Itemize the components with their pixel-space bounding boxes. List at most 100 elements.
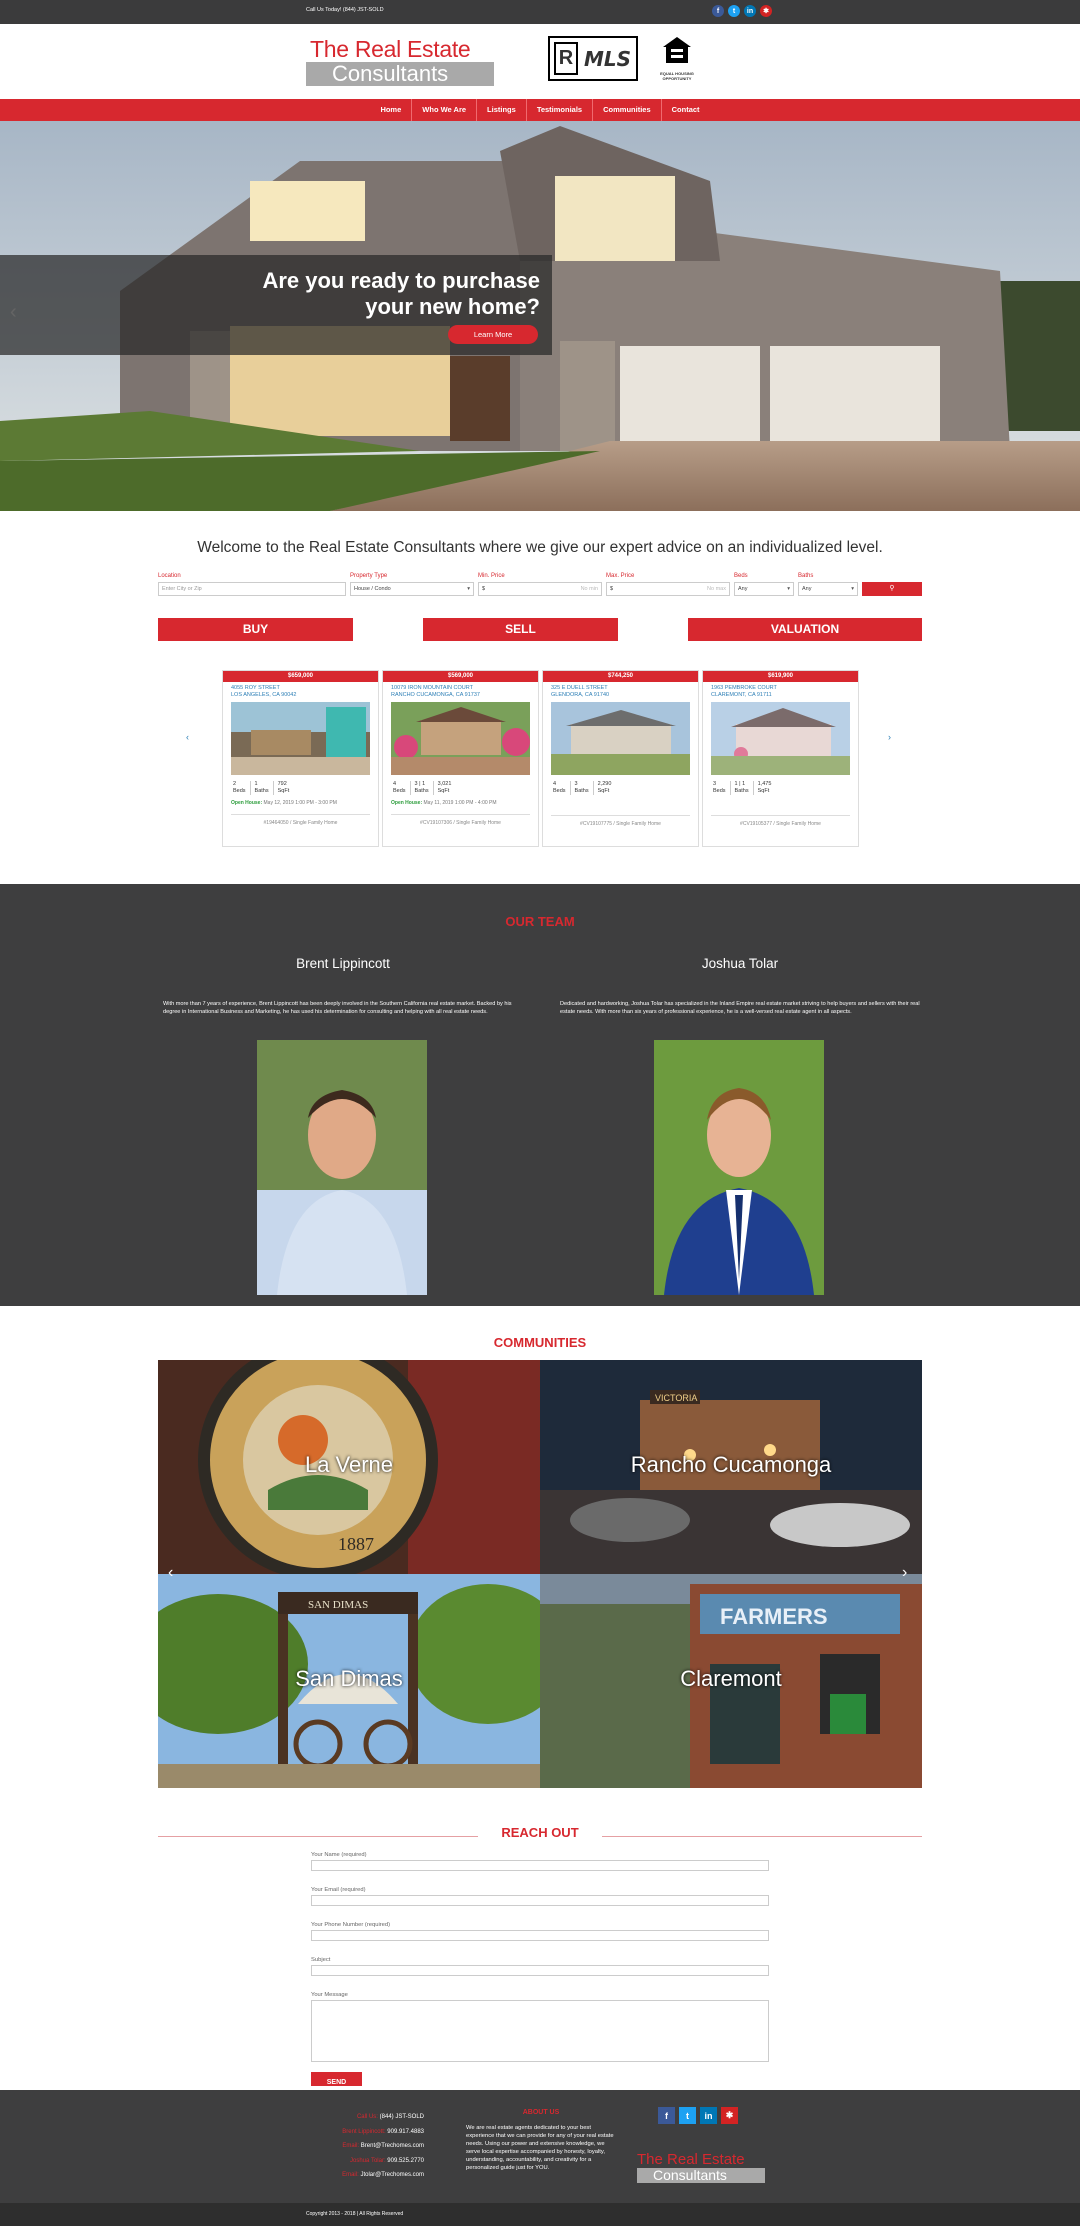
- message-textarea[interactable]: [311, 2000, 769, 2062]
- listing-price: $744,250: [543, 671, 698, 682]
- nav-testimonials[interactable]: Testimonials: [527, 99, 594, 121]
- yelp-icon[interactable]: ✱: [721, 2107, 738, 2124]
- contact-email[interactable]: Brent@Trechomes.com: [361, 2143, 424, 2149]
- baths-select[interactable]: Any ▾: [798, 582, 858, 596]
- equal-housing-icon: [663, 37, 691, 63]
- name-input[interactable]: [311, 1860, 769, 1871]
- listing-mls: #CV19105377 / Single Family Home: [711, 815, 850, 827]
- location-input[interactable]: Enter City or Zip: [158, 582, 346, 596]
- linkedin-icon[interactable]: in: [744, 5, 756, 17]
- member-name: Joshua Tolar: [701, 956, 779, 971]
- community-tile-claremont[interactable]: FARMERS Claremont: [540, 1574, 922, 1788]
- listing-card[interactable]: $569,000 10079 IRON MOUNTAIN COURT RANCHO…: [382, 670, 539, 847]
- open-house: Open House: May 11, 2019 1:00 PM - 4:00 …: [391, 800, 538, 806]
- communities-title: COMMUNITIES: [493, 1335, 587, 1350]
- listing-photo[interactable]: [231, 702, 370, 775]
- baths-count: 3 | 1: [414, 781, 426, 787]
- contact-phone[interactable]: 909.525.2770: [387, 2158, 424, 2164]
- beds-text: Beds: [233, 788, 246, 794]
- listings-prev-arrow[interactable]: ‹: [186, 732, 189, 742]
- community-tile-san-dimas[interactable]: SAN DIMAS San Dimas: [158, 1574, 540, 1788]
- facebook-icon[interactable]: f: [658, 2107, 675, 2124]
- contact-phone[interactable]: 909.917.4883: [387, 2129, 424, 2135]
- communities-prev-arrow[interactable]: ‹: [168, 1564, 173, 1582]
- baths-count: 1: [254, 781, 258, 787]
- nav-contact[interactable]: Contact: [662, 99, 710, 121]
- buy-button[interactable]: BUY: [158, 618, 353, 641]
- sqft-text: SqFt: [757, 788, 770, 794]
- listing-photo-image: [391, 702, 530, 775]
- community-tile-la-verne[interactable]: 1887 La Verne: [158, 1360, 540, 1574]
- listing-photo[interactable]: [711, 702, 850, 775]
- listing-stats: 4 Beds 3 Baths 2,290 SqFt: [553, 781, 698, 795]
- property-type-select[interactable]: House / Condo ▾: [350, 582, 474, 596]
- footer-social-links: f t in ✱: [658, 2107, 738, 2124]
- nav-home[interactable]: Home: [370, 99, 413, 121]
- beds-select[interactable]: Any ▾: [734, 582, 794, 596]
- listing-photo[interactable]: [391, 702, 530, 775]
- twitter-icon[interactable]: t: [679, 2107, 696, 2124]
- beds-text: Beds: [713, 788, 726, 794]
- logo-line2: Consultants: [306, 62, 494, 86]
- min-price-hint: No min: [580, 586, 598, 592]
- listings-next-arrow[interactable]: ›: [888, 732, 891, 742]
- listing-photo[interactable]: [551, 702, 690, 775]
- phone-input[interactable]: [311, 1930, 769, 1941]
- beds-count: 2: [233, 781, 237, 787]
- beds-count: 3: [713, 781, 717, 787]
- baths-text: Baths: [574, 788, 589, 794]
- listing-card[interactable]: $744,250 325 E DUELL STREET GLENDORA, CA …: [542, 670, 699, 847]
- member-photo-image: [257, 1040, 427, 1295]
- facebook-icon[interactable]: f: [712, 5, 724, 17]
- contact-phone[interactable]: (844) JST-SOLD: [380, 2114, 424, 2120]
- about-title: ABOUT US: [522, 2109, 560, 2116]
- min-price-input[interactable]: $ No min: [478, 582, 602, 596]
- top-bar: Call Us Today! (844) JST-SOLD f t in ✱: [0, 0, 1080, 24]
- site-logo[interactable]: The Real Estate Consultants: [306, 37, 494, 86]
- nav-who-we-are[interactable]: Who We Are: [412, 99, 478, 121]
- divider: [158, 1836, 478, 1837]
- listing-address[interactable]: 1963 PEMBROKE COURT CLAREMONT, CA 91711: [703, 682, 858, 702]
- yelp-icon[interactable]: ✱: [760, 5, 772, 17]
- site-footer: Call Us: (844) JST-SOLD Brent Lippincott…: [0, 2086, 1080, 2203]
- subject-input[interactable]: [311, 1965, 769, 1976]
- search-icon: ⚲: [889, 585, 895, 592]
- sqft-count: 792: [277, 781, 287, 787]
- search-button[interactable]: ⚲: [862, 582, 922, 596]
- listing-card[interactable]: $619,900 1963 PEMBROKE COURT CLAREMONT, C…: [702, 670, 859, 847]
- learn-more-button[interactable]: Learn More: [448, 325, 538, 344]
- max-price-input[interactable]: $ No max: [606, 582, 730, 596]
- baths-count: 1 | 1: [734, 781, 746, 787]
- listing-price: $659,000: [223, 671, 378, 682]
- mls-text: MLS: [584, 46, 632, 71]
- listing-address[interactable]: 325 E DUELL STREET GLENDORA, CA 91740: [543, 682, 698, 702]
- baths-text: Baths: [734, 788, 749, 794]
- open-house-label: Open House:: [391, 800, 423, 806]
- baths-text: Baths: [254, 788, 269, 794]
- valuation-button[interactable]: VALUATION: [688, 618, 922, 641]
- listing-card[interactable]: $659,000 4055 ROY STREET LOS ANGELES, CA …: [222, 670, 379, 847]
- listing-address-line2: LOS ANGELES, CA 90042: [231, 692, 297, 698]
- communities-next-arrow[interactable]: ›: [902, 1564, 907, 1582]
- sell-button[interactable]: SELL: [423, 618, 618, 641]
- hero-headline-line1: Are you ready to purchase: [262, 268, 540, 293]
- hero-headline: Are you ready to purchase your new home?: [160, 268, 540, 320]
- email-input[interactable]: [311, 1895, 769, 1906]
- listing-photo-image: [551, 702, 690, 775]
- footer-logo[interactable]: The Real Estate Consultants: [637, 2152, 765, 2183]
- victoria-sign: VICTORIA: [655, 1393, 697, 1403]
- linkedin-icon[interactable]: in: [700, 2107, 717, 2124]
- contact-email[interactable]: Jtolar@Trechomes.com: [360, 2172, 424, 2178]
- nav-communities[interactable]: Communities: [593, 99, 662, 121]
- listing-address[interactable]: 10079 IRON MOUNTAIN COURT RANCHO CUCAMONG…: [383, 682, 538, 702]
- contact-key: Brent Lippincott:: [342, 2128, 386, 2135]
- min-price-currency: $: [482, 586, 486, 592]
- subject-label: Subject: [311, 1957, 331, 1963]
- listing-photo-image: [231, 702, 370, 775]
- community-tile-rancho-cucamonga[interactable]: VICTORIA Rancho Cucamonga: [540, 1360, 922, 1574]
- nav-listings[interactable]: Listings: [477, 99, 527, 121]
- sqft-text: SqFt: [437, 788, 450, 794]
- twitter-icon[interactable]: t: [728, 5, 740, 17]
- listing-price: $569,000: [383, 671, 538, 682]
- listing-address[interactable]: 4055 ROY STREET LOS ANGELES, CA 90042: [223, 682, 378, 702]
